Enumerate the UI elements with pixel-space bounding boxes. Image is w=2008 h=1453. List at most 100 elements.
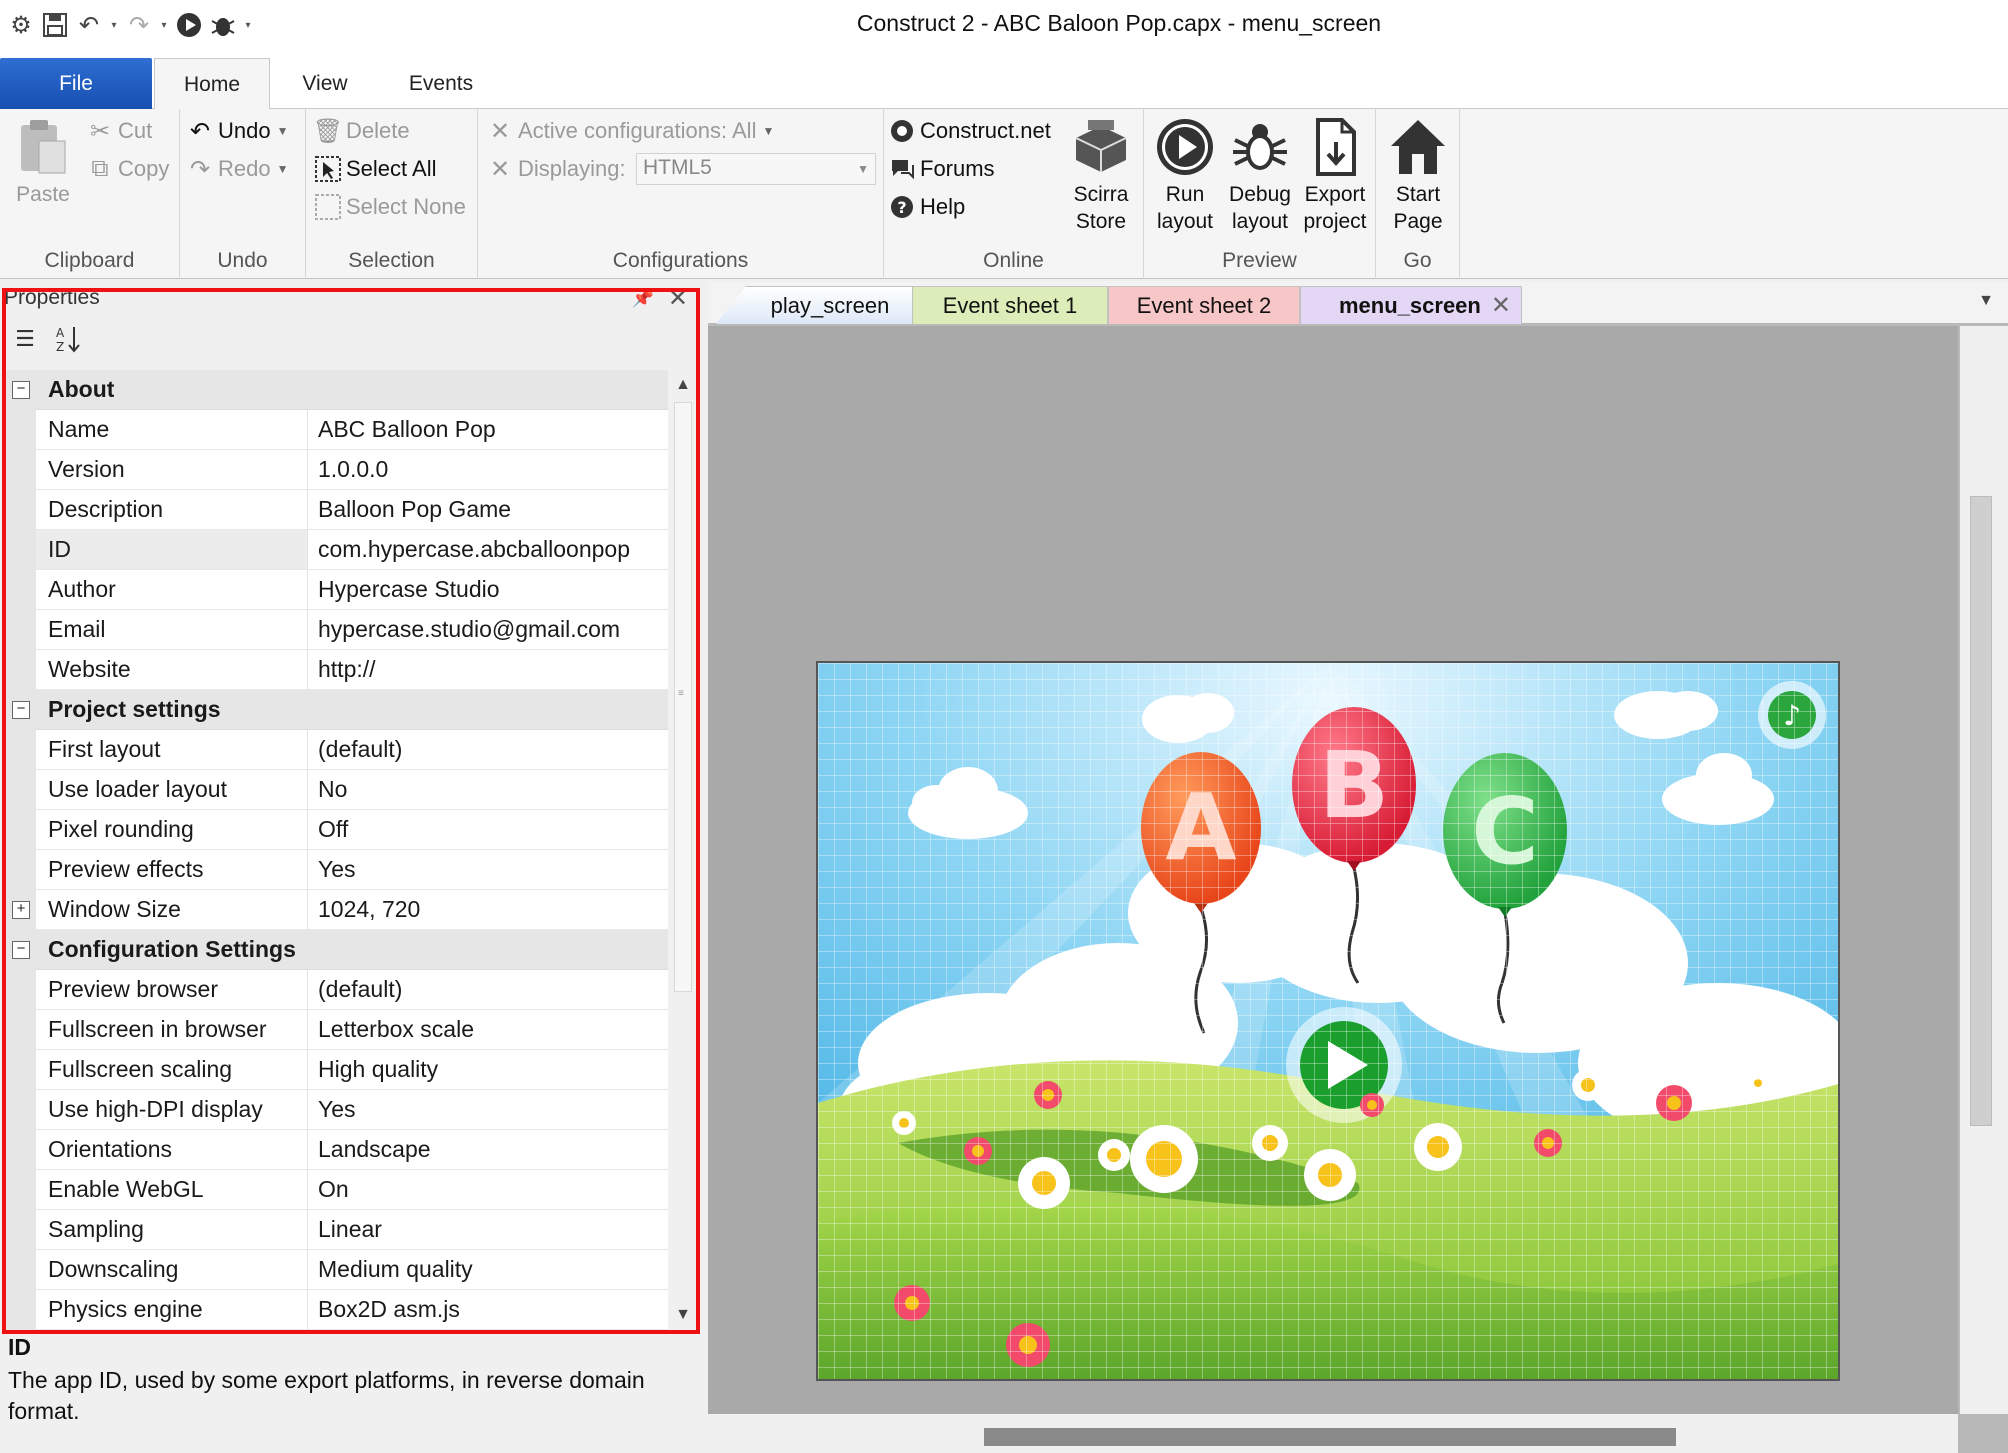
property-value[interactable]: No — [308, 770, 668, 809]
tools-icon: ✕ — [489, 117, 511, 145]
property-row[interactable]: Physics engine Box2D asm.js — [6, 1290, 668, 1330]
property-value[interactable]: (default) — [308, 730, 668, 769]
paste-button[interactable]: Paste — [12, 115, 74, 208]
active-configurations-button[interactable]: ✕ Active configurations: All ▼ — [486, 117, 774, 145]
property-row[interactable]: Preview browser (default) — [6, 970, 668, 1010]
categorized-view-icon[interactable]: ☰ — [8, 322, 42, 356]
property-row[interactable]: Website http:// — [6, 650, 668, 690]
property-value[interactable]: ABC Balloon Pop — [308, 410, 668, 449]
forums-label: Forums — [920, 156, 995, 181]
chevron-down-icon: ▼ — [276, 162, 289, 176]
property-value[interactable]: Medium quality — [308, 1250, 668, 1289]
run-layout-button[interactable]: Run layout — [1148, 115, 1222, 235]
construct-net-link[interactable]: Construct.net — [888, 117, 1051, 145]
tab-list-dropdown-icon[interactable]: ▼ — [1978, 292, 1994, 310]
property-row[interactable]: Orientations Landscape — [6, 1130, 668, 1170]
undo-button[interactable]: ↶ Undo ▼ — [186, 117, 289, 145]
collapse-icon[interactable]: − — [12, 381, 30, 399]
doc-tab-event-sheet-2[interactable]: Event sheet 2 — [1108, 286, 1300, 324]
property-row[interactable]: Email hypercase.studio@gmail.com — [6, 610, 668, 650]
property-value[interactable]: On — [308, 1170, 668, 1209]
property-value[interactable]: Box2D asm.js — [308, 1290, 668, 1329]
select-all-button[interactable]: Select All — [314, 155, 437, 183]
property-name: Author — [6, 570, 308, 609]
close-icon[interactable]: ✕ — [1491, 287, 1511, 325]
property-row[interactable]: First layout (default) — [6, 730, 668, 770]
doc-tab-play-screen[interactable]: play_screen — [716, 286, 914, 324]
property-name: Sampling — [6, 1210, 308, 1249]
property-value[interactable]: Letterbox scale — [308, 1010, 668, 1049]
start-label-2: Page — [1393, 210, 1443, 233]
property-value[interactable]: http:// — [308, 650, 668, 689]
property-row[interactable]: + Window Size 1024, 720 — [6, 890, 668, 930]
property-row[interactable]: Name ABC Balloon Pop — [6, 410, 668, 450]
cut-button[interactable]: ✂ Cut — [86, 117, 152, 145]
tab-view[interactable]: View — [282, 58, 368, 109]
delete-button[interactable]: 🗑 Delete — [313, 117, 410, 145]
tab-events[interactable]: Events — [396, 58, 486, 109]
scroll-thumb[interactable] — [984, 1428, 1676, 1446]
property-grid-scrollbar[interactable]: ▲ ≡ ▼ — [670, 370, 696, 1330]
tab-file[interactable]: File — [0, 58, 152, 109]
tab-home[interactable]: Home — [154, 58, 270, 110]
collapse-icon[interactable]: − — [12, 941, 30, 959]
export-project-button[interactable]: Export project — [1296, 115, 1374, 235]
property-category[interactable]: − About — [6, 370, 668, 410]
title-bar: ⚙ ↶ ▾ ↷ ▾ ▾ Construct 2 - ABC Baloon Pop… — [0, 0, 2008, 54]
play-icon — [1154, 115, 1216, 179]
property-value[interactable]: Hypercase Studio — [308, 570, 668, 609]
property-row[interactable]: Sampling Linear — [6, 1210, 668, 1250]
displaying-select[interactable]: HTML5 ▼ — [636, 153, 876, 185]
scroll-down-icon[interactable]: ▼ — [670, 1300, 696, 1330]
canvas-horizontal-scrollbar[interactable] — [708, 1414, 1958, 1453]
property-row[interactable]: Pixel rounding Off — [6, 810, 668, 850]
property-value[interactable]: Balloon Pop Game — [308, 490, 668, 529]
property-row[interactable]: Preview effects Yes — [6, 850, 668, 890]
property-value[interactable]: Yes — [308, 850, 668, 889]
scroll-thumb[interactable] — [1970, 496, 1992, 1126]
displaying-select-value: HTML5 — [643, 156, 712, 179]
property-value[interactable]: 1024, 720 — [308, 890, 668, 929]
property-value[interactable]: Linear — [308, 1210, 668, 1249]
doc-tab-event-sheet-1[interactable]: Event sheet 1 — [912, 286, 1108, 324]
property-value[interactable]: Yes — [308, 1090, 668, 1129]
property-row[interactable]: Fullscreen scaling High quality — [6, 1050, 668, 1090]
sort-alphabetical-icon[interactable]: AZ — [52, 322, 86, 356]
category-label: Project settings — [6, 690, 221, 729]
property-row[interactable]: Use high-DPI display Yes — [6, 1090, 668, 1130]
property-category[interactable]: − Project settings — [6, 690, 668, 730]
property-value[interactable]: hypercase.studio@gmail.com — [308, 610, 668, 649]
property-value[interactable]: (default) — [308, 970, 668, 1009]
redo-button[interactable]: ↷ Redo ▼ — [186, 155, 289, 183]
start-page-button[interactable]: Start Page — [1380, 115, 1456, 235]
property-row[interactable]: Enable WebGL On — [6, 1170, 668, 1210]
property-row[interactable]: Use loader layout No — [6, 770, 668, 810]
property-value[interactable]: 1.0.0.0 — [308, 450, 668, 489]
close-icon[interactable]: ✕ — [668, 284, 688, 313]
collapse-icon[interactable]: − — [12, 701, 30, 719]
scirra-store-button[interactable]: Scirra Store — [1064, 115, 1138, 235]
copy-button[interactable]: ⧉ Copy — [86, 155, 169, 183]
help-link[interactable]: ? Help — [888, 193, 965, 221]
property-value[interactable]: High quality — [308, 1050, 668, 1089]
property-value[interactable]: Off — [308, 810, 668, 849]
scroll-up-icon[interactable]: ▲ — [670, 370, 696, 400]
property-value[interactable]: com.hypercase.abcballoonpop — [308, 530, 668, 569]
debug-layout-button[interactable]: Debug layout — [1222, 115, 1298, 235]
property-value[interactable]: Landscape — [308, 1130, 668, 1169]
canvas-vertical-scrollbar[interactable] — [1960, 326, 2008, 1414]
pin-icon[interactable]: 📌 — [632, 288, 654, 309]
property-category[interactable]: − Configuration Settings — [6, 930, 668, 970]
expand-icon[interactable]: + — [12, 901, 30, 919]
select-none-button[interactable]: Select None — [314, 193, 466, 221]
property-row[interactable]: Author Hypercase Studio — [6, 570, 668, 610]
property-row[interactable]: Downscaling Medium quality — [6, 1250, 668, 1290]
property-row[interactable]: Fullscreen in browser Letterbox scale — [6, 1010, 668, 1050]
preview-group-label: Preview — [1222, 249, 1297, 272]
property-row[interactable]: ID com.hypercase.abcballoonpop — [6, 530, 668, 570]
doc-tab-menu-screen[interactable]: menu_screen ✕ — [1300, 286, 1522, 324]
forums-link[interactable]: Forums — [888, 155, 995, 183]
property-row[interactable]: Description Balloon Pop Game — [6, 490, 668, 530]
property-row[interactable]: Version 1.0.0.0 — [6, 450, 668, 490]
layout-canvas[interactable]: A B C ♪ — [708, 326, 1958, 1414]
